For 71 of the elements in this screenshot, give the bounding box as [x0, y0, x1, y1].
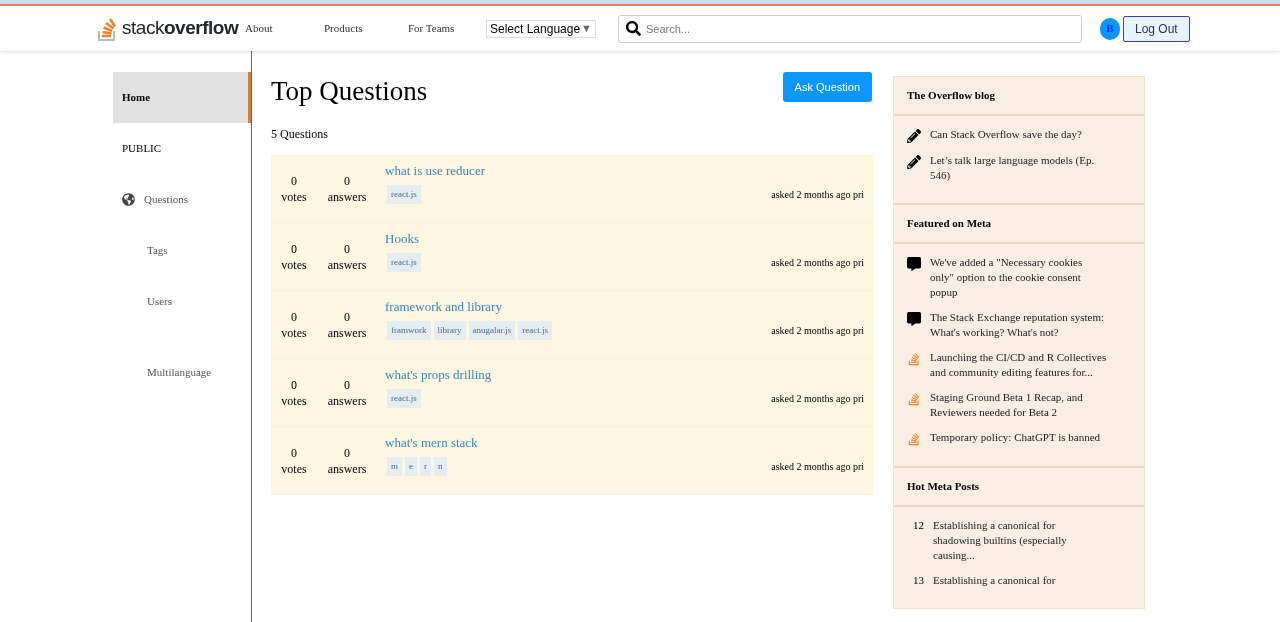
vote-count: 0 votes [280, 241, 308, 274]
widget-link[interactable]: Launching the CI/CD and R Collectives and community editing features for... [930, 350, 1108, 380]
language-select[interactable]: Select Language▼ [486, 19, 596, 38]
tag-chip[interactable]: framwork [387, 321, 431, 340]
tag-chip[interactable]: react.js [387, 253, 421, 272]
tag-chip[interactable]: library [433, 321, 466, 340]
speech-bubble-icon [907, 312, 921, 326]
asked-time: asked 2 months ago pri [771, 256, 864, 270]
widget-heading: The Overflow blog [894, 77, 1144, 116]
answer-count: 0 answers [326, 377, 368, 410]
speech-bubble-icon [907, 257, 921, 271]
stack-icon [907, 352, 921, 366]
question-title-link[interactable]: what's mern stack [385, 435, 864, 451]
sidebar-item[interactable]: Home [113, 72, 251, 123]
widget-link[interactable]: Establishing a canonical for [933, 573, 1091, 588]
tag-chip[interactable]: m [387, 457, 402, 476]
post-score: 12 [912, 518, 924, 533]
tag-chip[interactable]: react.js [387, 185, 421, 204]
sidebar-item[interactable]: Multilanguage [113, 327, 251, 412]
asked-time: asked 2 months ago pri [771, 460, 864, 474]
caret-icon: ▼ [581, 20, 592, 37]
tag-chip[interactable]: r [420, 457, 431, 476]
vote-count: 0 votes [280, 309, 308, 342]
tag-chip[interactable]: react.js [518, 321, 552, 340]
answer-count: 0 answers [326, 173, 368, 206]
page-title: Top Questions [271, 75, 428, 108]
search-icon [625, 20, 641, 36]
sidebar-item[interactable]: Users [113, 276, 251, 327]
nav-link[interactable]: About [245, 20, 324, 37]
question-title-link[interactable]: what's props drilling [385, 367, 864, 383]
question-title-link[interactable]: Hooks [385, 231, 864, 247]
tag-chip[interactable]: n [434, 457, 447, 476]
widget-link[interactable]: We've added a "Necessary cookies only" option to the cookie consent popup [930, 255, 1108, 300]
globe-icon [122, 193, 135, 206]
answer-count: 0 answers [326, 309, 368, 342]
tag-chip[interactable]: anugalar.js [468, 321, 516, 340]
asked-time: asked 2 months ago pri [771, 392, 864, 406]
stack-logo-icon [98, 16, 118, 41]
stack-icon [907, 392, 921, 406]
nav-link[interactable]: Products [324, 20, 408, 37]
tag-chip[interactable]: react.js [387, 389, 421, 408]
widget-link[interactable]: Let’s talk large language models (Ep. 546) [930, 153, 1108, 183]
pencil-icon [907, 155, 921, 169]
widget-heading: Featured on Meta [894, 205, 1144, 244]
sidebar-item[interactable]: Questions [113, 174, 251, 225]
asked-time: asked 2 months ago pri [771, 188, 864, 202]
pencil-icon [907, 129, 921, 143]
logo-wordmark[interactable]: stackoverflow [122, 14, 239, 43]
widget-link[interactable]: Temporary policy: ChatGPT is banned [930, 430, 1108, 446]
widget-link[interactable]: Staging Ground Beta 1 Recap, and Reviewers needed for Beta 2 [930, 390, 1108, 420]
question-title-link[interactable]: what is use reducer [385, 163, 864, 179]
sidebar-item[interactable]: PUBLIC [113, 123, 251, 174]
asked-time: asked 2 months ago pri [771, 324, 864, 338]
vote-count: 0 votes [280, 377, 308, 410]
nav-link[interactable]: For Teams [408, 20, 486, 37]
widget-link[interactable]: Establishing a canonical for shadowing builtins (especially causing... [933, 518, 1091, 563]
post-score: 13 [912, 573, 924, 588]
question-count: 5 Questions [271, 126, 329, 143]
tag-chip[interactable]: e [405, 457, 417, 476]
answer-count: 0 answers [326, 445, 368, 478]
vote-count: 0 votes [280, 173, 308, 206]
logout-button[interactable]: Log Out [1122, 15, 1190, 42]
search-field[interactable]: Search... [617, 14, 1082, 43]
question-title-link[interactable]: framework and library [385, 299, 864, 315]
sidebar-item[interactable]: Tags [113, 225, 251, 276]
vote-count: 0 votes [280, 445, 308, 478]
widget-heading: Hot Meta Posts [894, 468, 1144, 507]
widget-link[interactable]: The Stack Exchange reputation system: What's working? What's not? [930, 310, 1108, 340]
widget-link[interactable]: Can Stack Overflow save the day? [930, 127, 1108, 143]
stack-icon [907, 432, 921, 446]
answer-count: 0 answers [326, 241, 368, 274]
